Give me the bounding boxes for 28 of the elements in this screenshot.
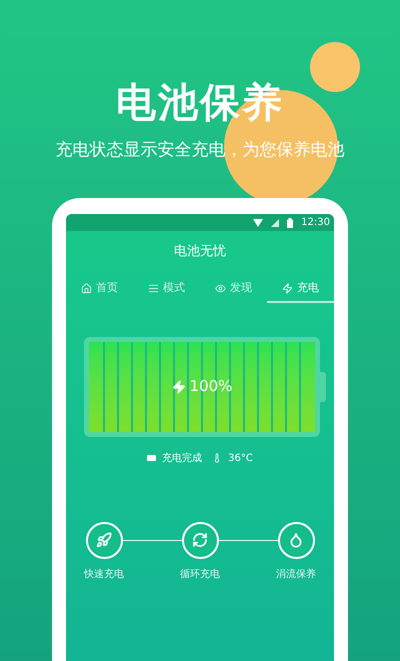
tab[interactable]: 首页 <box>66 276 133 302</box>
mode-icon <box>288 532 304 548</box>
headline: 电池保养 <box>116 79 284 128</box>
battery-percent: 100% <box>190 376 232 398</box>
tab-icon <box>81 282 92 294</box>
charge-status: 充电完成 <box>162 452 202 466</box>
mode-label: 快速充电 <box>84 568 124 582</box>
status-time: 12:30 <box>301 218 330 228</box>
mode-icon <box>96 532 112 548</box>
tab[interactable]: 充电 <box>267 276 334 302</box>
tab-icon <box>148 282 159 294</box>
mode-button[interactable] <box>278 522 314 558</box>
app-title: 电池无忧 <box>173 243 227 261</box>
tab[interactable]: 发现 <box>200 276 267 302</box>
temperature: 36°C <box>228 452 253 466</box>
mode-label: 涓流保养 <box>276 568 316 582</box>
tab-icon <box>215 282 226 294</box>
battery-status-icon <box>147 455 156 461</box>
mode-button[interactable] <box>182 522 218 558</box>
battery-icon <box>287 218 294 228</box>
mode-button[interactable] <box>86 522 122 558</box>
mode-icon <box>192 532 208 548</box>
lightning-icon <box>172 380 186 394</box>
wifi-icon <box>253 218 264 226</box>
tab[interactable]: 模式 <box>133 276 200 302</box>
signal-icon <box>271 218 280 226</box>
tab-icon <box>282 282 293 294</box>
mode-label: 循环充电 <box>180 568 220 582</box>
